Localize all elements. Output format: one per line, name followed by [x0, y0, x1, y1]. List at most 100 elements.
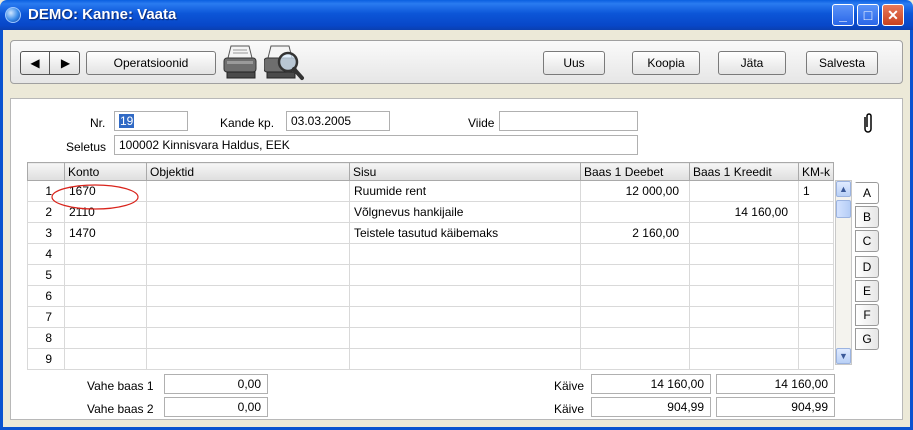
nr-field[interactable]: 19 — [114, 111, 188, 131]
cell-objektid[interactable] — [146, 306, 350, 328]
cell-objektid[interactable] — [146, 285, 350, 307]
table-row[interactable]: 8 — [27, 327, 834, 349]
minimize-button[interactable]: _ — [832, 4, 854, 26]
cell-deebet[interactable] — [580, 285, 690, 307]
cell-deebet[interactable] — [580, 348, 690, 370]
cell-deebet[interactable] — [580, 264, 690, 286]
tab-e[interactable]: E — [855, 280, 879, 302]
print-icon[interactable] — [222, 44, 260, 82]
cell-kmk[interactable] — [798, 222, 834, 244]
cell-kmk[interactable] — [798, 264, 834, 286]
cell-objektid[interactable] — [146, 264, 350, 286]
cell-objektid[interactable] — [146, 327, 350, 349]
cell-kmk[interactable] — [798, 306, 834, 328]
tab-f[interactable]: F — [855, 304, 879, 326]
cell-objektid[interactable] — [146, 243, 350, 265]
cell-konto[interactable] — [64, 348, 147, 370]
cell-sisu[interactable]: Teistele tasutud käibemaks — [349, 222, 581, 244]
operations-button[interactable]: Operatsioonid — [86, 51, 216, 75]
table-row[interactable]: 7 — [27, 306, 834, 328]
tab-b[interactable]: B — [855, 206, 879, 228]
cell-kmk[interactable] — [798, 348, 834, 370]
cell-kreedit[interactable] — [689, 348, 799, 370]
cell-kmk[interactable] — [798, 285, 834, 307]
cell-sisu[interactable] — [349, 264, 581, 286]
cell-deebet[interactable] — [580, 243, 690, 265]
table-row[interactable]: 5 — [27, 264, 834, 286]
table-row[interactable]: 6 — [27, 285, 834, 307]
column-header-deebet[interactable]: Baas 1 Deebet — [580, 162, 690, 181]
maximize-button[interactable]: □ — [857, 4, 879, 26]
cell-konto[interactable] — [64, 243, 147, 265]
scroll-down-icon[interactable]: ▼ — [836, 348, 851, 364]
cell-kreedit[interactable] — [689, 306, 799, 328]
skip-button[interactable]: Jäta — [718, 51, 786, 75]
cell-sisu[interactable] — [349, 327, 581, 349]
grid-scrollbar[interactable]: ▲ ▼ — [835, 180, 852, 365]
cell-objektid[interactable] — [146, 222, 350, 244]
date-field[interactable]: 03.03.2005 — [286, 111, 390, 131]
cell-kreedit[interactable] — [689, 180, 799, 202]
cell-sisu[interactable] — [349, 243, 581, 265]
cell-kmk[interactable]: 1 — [798, 180, 834, 202]
cell-kreedit[interactable] — [689, 285, 799, 307]
column-header-kreedit[interactable]: Baas 1 Kreedit — [689, 162, 799, 181]
cell-deebet[interactable] — [580, 327, 690, 349]
print-preview-icon[interactable] — [264, 44, 306, 82]
cell-konto[interactable] — [64, 285, 147, 307]
cell-objektid[interactable] — [146, 180, 350, 202]
cell-kreedit[interactable] — [689, 243, 799, 265]
cell-konto[interactable]: 2110 — [64, 201, 147, 223]
cell-konto[interactable] — [64, 306, 147, 328]
table-row[interactable]: 3 1470 Teistele tasutud käibemaks 2 160,… — [27, 222, 834, 244]
close-button[interactable]: ✕ — [882, 4, 904, 26]
tab-d[interactable]: D — [855, 256, 879, 278]
cell-objektid[interactable] — [146, 201, 350, 223]
cell-kmk[interactable] — [798, 201, 834, 223]
column-header-objektid[interactable]: Objektid — [146, 162, 350, 181]
cell-kreedit[interactable] — [689, 264, 799, 286]
cell-sisu[interactable]: Ruumide rent — [349, 180, 581, 202]
scroll-up-icon[interactable]: ▲ — [836, 181, 851, 197]
tab-a[interactable]: A — [855, 182, 879, 204]
column-header-kmk[interactable]: KM-k — [798, 162, 834, 181]
cell-konto[interactable]: 1670 — [64, 180, 147, 202]
column-header-sisu[interactable]: Sisu — [349, 162, 581, 181]
ref-field[interactable] — [499, 111, 638, 131]
table-row[interactable]: 9 — [27, 348, 834, 370]
cell-deebet[interactable]: 2 160,00 — [580, 222, 690, 244]
cell-kreedit[interactable]: 14 160,00 — [689, 201, 799, 223]
cell-sisu[interactable] — [349, 348, 581, 370]
desc-label: Seletus — [66, 140, 107, 154]
cell-kreedit[interactable] — [689, 222, 799, 244]
table-row[interactable]: 1 1670 Ruumide rent 12 000,00 1 — [27, 180, 834, 202]
table-row[interactable]: 4 — [27, 243, 834, 265]
tab-c[interactable]: C — [855, 230, 879, 252]
column-header-konto[interactable]: Konto — [64, 162, 147, 181]
next-record-button[interactable]: ▶ — [51, 52, 80, 74]
cell-deebet[interactable] — [580, 306, 690, 328]
new-button[interactable]: Uus — [543, 51, 605, 75]
cell-deebet[interactable]: 12 000,00 — [580, 180, 690, 202]
cell-kreedit[interactable] — [689, 327, 799, 349]
previous-record-button[interactable]: ◀ — [21, 52, 50, 74]
row-number: 5 — [27, 264, 65, 286]
cell-sisu[interactable] — [349, 285, 581, 307]
scroll-thumb[interactable] — [836, 200, 851, 218]
attachment-icon[interactable] — [861, 112, 875, 134]
copy-button[interactable]: Koopia — [632, 51, 700, 75]
kaive1-label: Käive — [554, 379, 585, 393]
desc-field[interactable]: 100002 Kinnisvara Haldus, EEK — [114, 135, 638, 155]
save-button[interactable]: Salvesta — [806, 51, 878, 75]
cell-sisu[interactable] — [349, 306, 581, 328]
cell-konto[interactable]: 1470 — [64, 222, 147, 244]
cell-deebet[interactable] — [580, 201, 690, 223]
cell-sisu[interactable]: Võlgnevus hankijaile — [349, 201, 581, 223]
cell-konto[interactable] — [64, 327, 147, 349]
cell-kmk[interactable] — [798, 327, 834, 349]
tab-g[interactable]: G — [855, 328, 879, 350]
cell-objektid[interactable] — [146, 348, 350, 370]
cell-kmk[interactable] — [798, 243, 834, 265]
cell-konto[interactable] — [64, 264, 147, 286]
table-row[interactable]: 2 2110 Võlgnevus hankijaile 14 160,00 — [27, 201, 834, 223]
